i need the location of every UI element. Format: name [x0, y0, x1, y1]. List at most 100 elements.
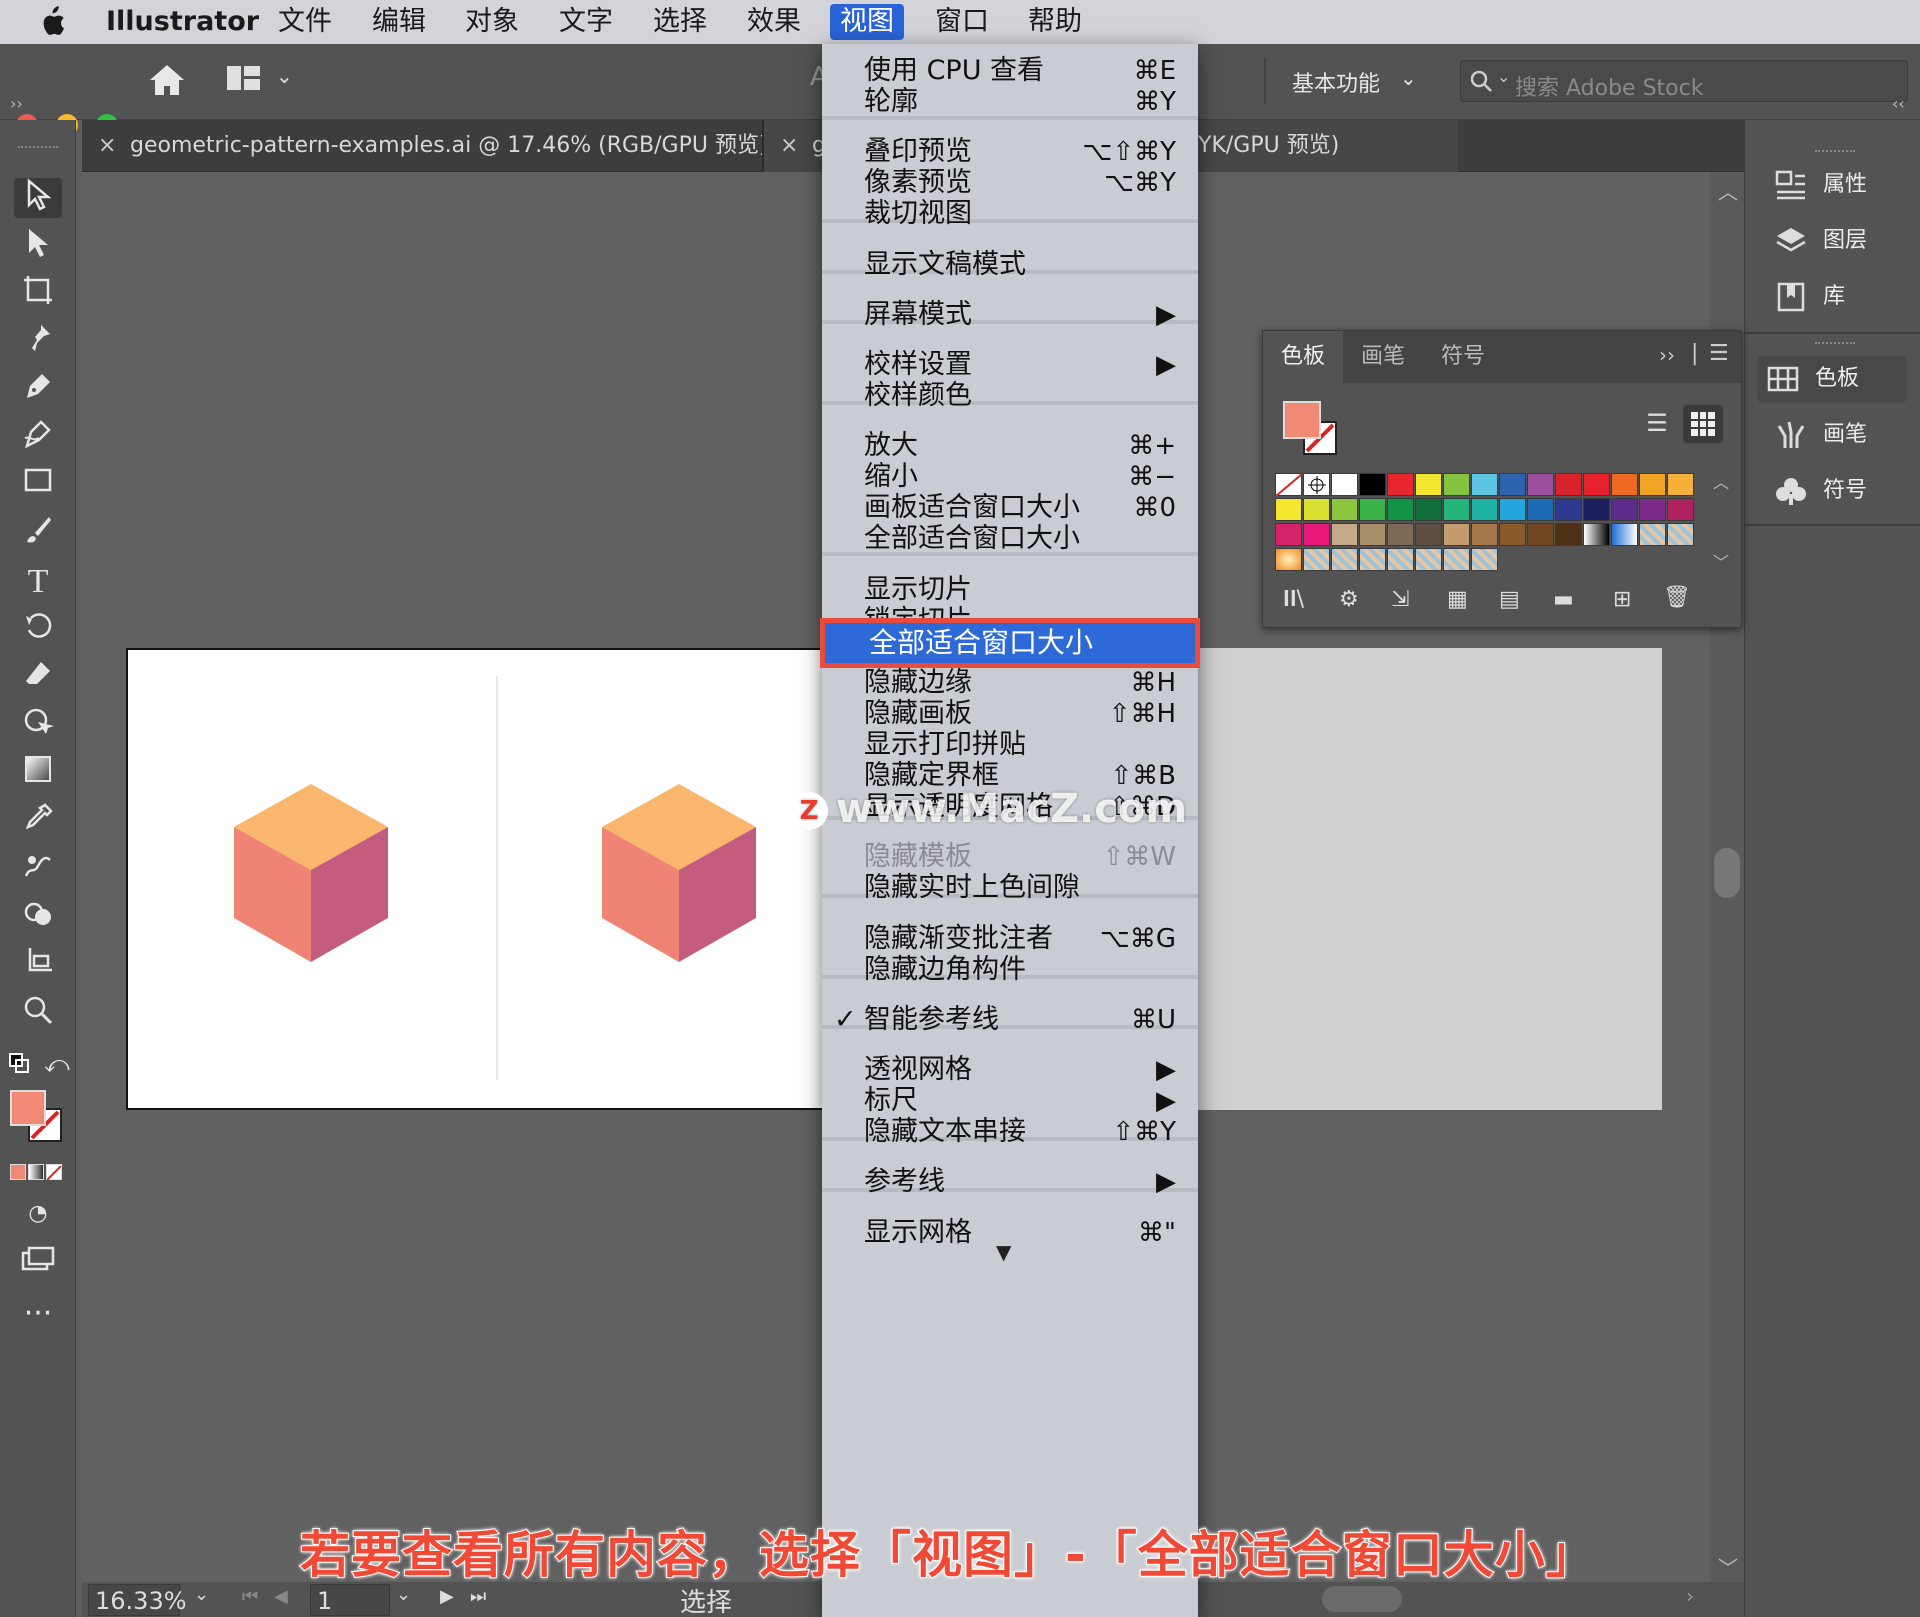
swatch[interactable] — [1359, 548, 1386, 571]
menu-item-fit-all-in-window[interactable]: 全部适合窗口大小 — [822, 520, 1198, 558]
paintbrush-tool-icon[interactable] — [14, 514, 62, 554]
cube-illustration-1[interactable] — [232, 784, 390, 964]
zoom-tool-icon[interactable] — [14, 994, 62, 1034]
swatch[interactable] — [1275, 498, 1302, 521]
swatch[interactable] — [1303, 523, 1330, 546]
swatch[interactable] — [1275, 473, 1303, 497]
menu-item-trim-view[interactable]: 裁切视图 — [822, 195, 1198, 233]
fill-stroke-indicator[interactable] — [1283, 401, 1339, 457]
swatch[interactable] — [1443, 498, 1470, 521]
chevron-down-icon[interactable]: ⌄ — [396, 1584, 411, 1605]
color-button[interactable] — [10, 1164, 26, 1180]
eraser-tool-icon[interactable] — [14, 658, 62, 698]
menu-file[interactable]: 文件 — [268, 4, 342, 40]
swatch[interactable] — [1359, 473, 1386, 496]
swatch-options-icon[interactable]: ▦ — [1447, 587, 1468, 612]
panel-menu-icon[interactable]: ☰ — [1709, 341, 1729, 366]
swatch[interactable] — [1527, 498, 1554, 521]
menu-item-outline[interactable]: 轮廓 ⌘Y — [822, 83, 1198, 121]
place-swatch-icon[interactable]: ⇲ — [1391, 587, 1409, 612]
swatch[interactable] — [1471, 548, 1498, 571]
layers-panel-button[interactable]: 图层 — [1765, 218, 1905, 264]
menu-item-smart-guides[interactable]: ✓ 智能参考线 ⌘U — [822, 1001, 1198, 1039]
swatch[interactable] — [1415, 498, 1442, 521]
fill-stroke-swatch[interactable] — [10, 1090, 66, 1146]
artboard-crop-icon[interactable] — [14, 946, 62, 986]
menu-effect[interactable]: 效果 — [737, 4, 811, 40]
color-mode-buttons[interactable] — [10, 1164, 64, 1182]
show-swatch-kinds-icon[interactable]: ⚙ — [1339, 587, 1359, 612]
gradient-button[interactable] — [28, 1164, 44, 1180]
pen-tool-icon[interactable] — [14, 370, 62, 410]
collapse-panels-icon[interactable]: ‹‹ — [1892, 94, 1905, 113]
menu-select[interactable]: 选择 — [643, 4, 717, 40]
fit-all-in-window-menu-item[interactable]: 全部适合窗口大小 — [820, 618, 1200, 668]
menu-item-hide-text-threads[interactable]: 隐藏文本串接 ⇧⌘Y — [822, 1113, 1198, 1151]
swatch[interactable] — [1527, 523, 1554, 546]
swatch[interactable] — [1499, 523, 1526, 546]
artboard-1[interactable] — [126, 648, 826, 1110]
swatch[interactable] — [1667, 523, 1694, 546]
swatch[interactable] — [1415, 473, 1442, 496]
swatch[interactable] — [1387, 473, 1414, 496]
swatch-grid[interactable] — [1275, 473, 1695, 573]
swatch[interactable] — [1471, 473, 1498, 496]
scroll-down-icon[interactable]: ﹀ — [1718, 1552, 1738, 1581]
scroll-down-icon[interactable]: ﹀ — [1713, 549, 1729, 573]
swatch[interactable] — [1639, 473, 1666, 496]
swatch[interactable] — [1611, 523, 1638, 546]
swatch[interactable] — [1387, 548, 1414, 571]
swap-fill-stroke-icon[interactable]: ⤺ — [44, 1050, 70, 1078]
home-icon[interactable] — [148, 62, 186, 98]
swatch[interactable] — [1527, 473, 1554, 496]
swatch[interactable] — [1359, 523, 1386, 546]
stock-search-input[interactable]: ⌄ 搜索 Adobe Stock — [1460, 60, 1908, 102]
symbols-panel-button[interactable]: 符号 — [1765, 468, 1905, 514]
document-tab-2-overflow[interactable]: YK/GPU 预览) — [1198, 120, 1458, 172]
artboard-number-field[interactable]: 1 — [310, 1584, 390, 1616]
swatch[interactable] — [1639, 523, 1666, 546]
scroll-up-icon[interactable]: ︿ — [1718, 176, 1738, 205]
swatches-panel-button[interactable]: 色板 — [1757, 356, 1907, 402]
scroll-up-icon[interactable]: ︿ — [1713, 469, 1729, 493]
swatch[interactable] — [1667, 498, 1694, 521]
swatch[interactable] — [1583, 523, 1610, 546]
blend-tool-icon[interactable] — [14, 850, 62, 890]
menu-item-guides[interactable]: 参考线 ▶ — [822, 1163, 1198, 1201]
swatch[interactable] — [1275, 548, 1302, 571]
delete-swatch-icon[interactable]: 🗑 — [1663, 585, 1691, 610]
tab-swatches[interactable]: 色板 — [1263, 331, 1343, 383]
next-artboard-icon[interactable]: ▶ — [440, 1586, 454, 1607]
menu-help[interactable]: 帮助 — [1018, 4, 1092, 40]
fill-swatch[interactable] — [1283, 401, 1321, 439]
menu-window[interactable]: 窗口 — [925, 4, 999, 40]
rotate-tool-icon[interactable] — [14, 610, 62, 650]
close-tab-icon[interactable]: × — [780, 120, 798, 172]
curvature-tool-icon[interactable] — [14, 418, 62, 458]
shape-builder-tool-icon[interactable] — [14, 898, 62, 938]
swatch[interactable] — [1303, 548, 1330, 571]
scroll-thumb[interactable] — [1714, 848, 1740, 898]
swatch[interactable] — [1359, 498, 1386, 521]
apple-icon[interactable] — [38, 6, 66, 38]
selection-tool-icon[interactable] — [14, 178, 62, 218]
cube-illustration-2[interactable] — [600, 784, 758, 964]
swatch[interactable] — [1611, 473, 1638, 496]
swatch[interactable] — [1443, 473, 1470, 496]
libraries-panel-button[interactable]: 库 — [1765, 274, 1905, 320]
menu-edit[interactable]: 编辑 — [362, 4, 436, 40]
swatch[interactable] — [1639, 498, 1666, 521]
eyedropper-tool-icon[interactable] — [14, 802, 62, 842]
puppet-warp-tool-icon[interactable] — [14, 322, 62, 362]
menu-item-screen-mode[interactable]: 屏幕模式 ▶ — [822, 296, 1198, 334]
menu-scroll-down-icon[interactable]: ▼ — [996, 1240, 1011, 1264]
last-artboard-icon[interactable]: ⏭ — [470, 1586, 486, 1607]
swatch[interactable] — [1331, 523, 1358, 546]
swatch[interactable] — [1499, 498, 1526, 521]
previous-artboard-icon[interactable]: ◀ — [274, 1586, 288, 1607]
swatch[interactable] — [1555, 473, 1582, 496]
swatch[interactable] — [1303, 498, 1330, 521]
more-tools-icon[interactable]: ··· — [14, 1299, 62, 1344]
swatch[interactable] — [1331, 498, 1358, 521]
list-view-icon[interactable]: ☰ — [1639, 405, 1675, 441]
